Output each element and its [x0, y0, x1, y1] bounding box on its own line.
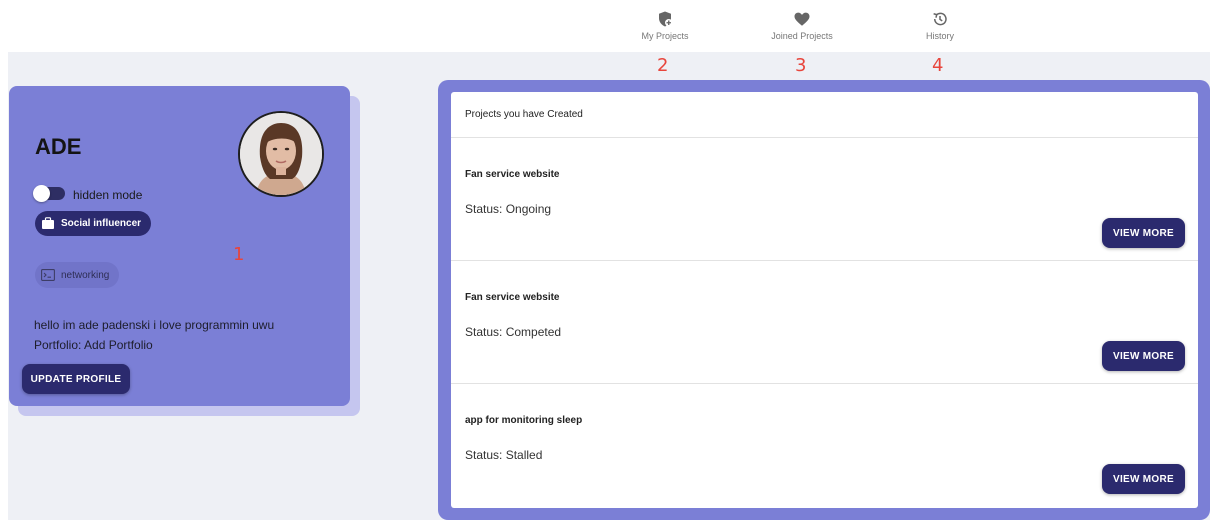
profile-card: ADE hidden mode Social influencer 1 netw… [9, 86, 350, 406]
hidden-mode-label: hidden mode [73, 188, 143, 202]
top-navigation: My Projects Joined Projects History [0, 0, 1210, 52]
toggle-knob [33, 185, 50, 202]
annotation-marker: 2 [657, 55, 669, 76]
nav-history-label: History [925, 31, 954, 41]
skill-chip-label: networking [61, 269, 110, 281]
briefcase-icon [42, 217, 54, 229]
role-chip[interactable]: Social influencer [35, 211, 152, 236]
project-title: Fan service website [465, 169, 560, 180]
profile-name: ADE [35, 134, 82, 159]
projects-header: Projects you have Created [451, 92, 1198, 138]
nav-history[interactable]: History [880, 10, 1000, 41]
shield-plus-icon [659, 11, 673, 27]
terminal-icon [41, 269, 55, 281]
profile-bio: hello im ade padenski i love programmin … [34, 318, 275, 332]
view-more-button[interactable]: VIEW MORE [1102, 218, 1185, 248]
avatar[interactable] [238, 111, 324, 197]
history-icon [933, 12, 947, 26]
annotation-marker: 4 [932, 55, 944, 76]
annotation-marker: 3 [795, 55, 807, 76]
nav-joined-projects[interactable]: Joined Projects [742, 10, 862, 41]
project-item: Fan service website Status: Ongoing VIEW… [451, 138, 1198, 261]
project-status: Status: Competed [465, 325, 562, 339]
project-status: Status: Ongoing [465, 202, 552, 216]
project-item: Fan service website Status: Competed VIE… [451, 261, 1198, 384]
update-profile-button[interactable]: UPDATE PROFILE [22, 364, 130, 394]
nav-my-projects-label: My Projects [641, 31, 689, 41]
view-more-button[interactable]: VIEW MORE [1102, 341, 1185, 371]
project-item: app for monitoring sleep Status: Stalled… [451, 384, 1198, 507]
heart-icon [794, 12, 810, 26]
portfolio-link[interactable]: Portfolio: Add Portfolio [34, 338, 153, 352]
role-chip-label: Social influencer [61, 218, 142, 229]
project-title: app for monitoring sleep [465, 415, 583, 426]
avatar-image [240, 113, 322, 195]
annotation-marker: 1 [233, 244, 245, 265]
view-more-button[interactable]: VIEW MORE [1102, 464, 1185, 494]
nav-my-projects[interactable]: My Projects [605, 10, 725, 41]
nav-joined-projects-label: Joined Projects [771, 31, 833, 41]
hidden-mode-toggle[interactable] [33, 185, 65, 202]
projects-card: Projects you have Created Fan service we… [451, 92, 1198, 508]
project-title: Fan service website [465, 292, 560, 303]
project-status: Status: Stalled [465, 448, 543, 462]
skill-chip[interactable]: networking [35, 262, 120, 288]
